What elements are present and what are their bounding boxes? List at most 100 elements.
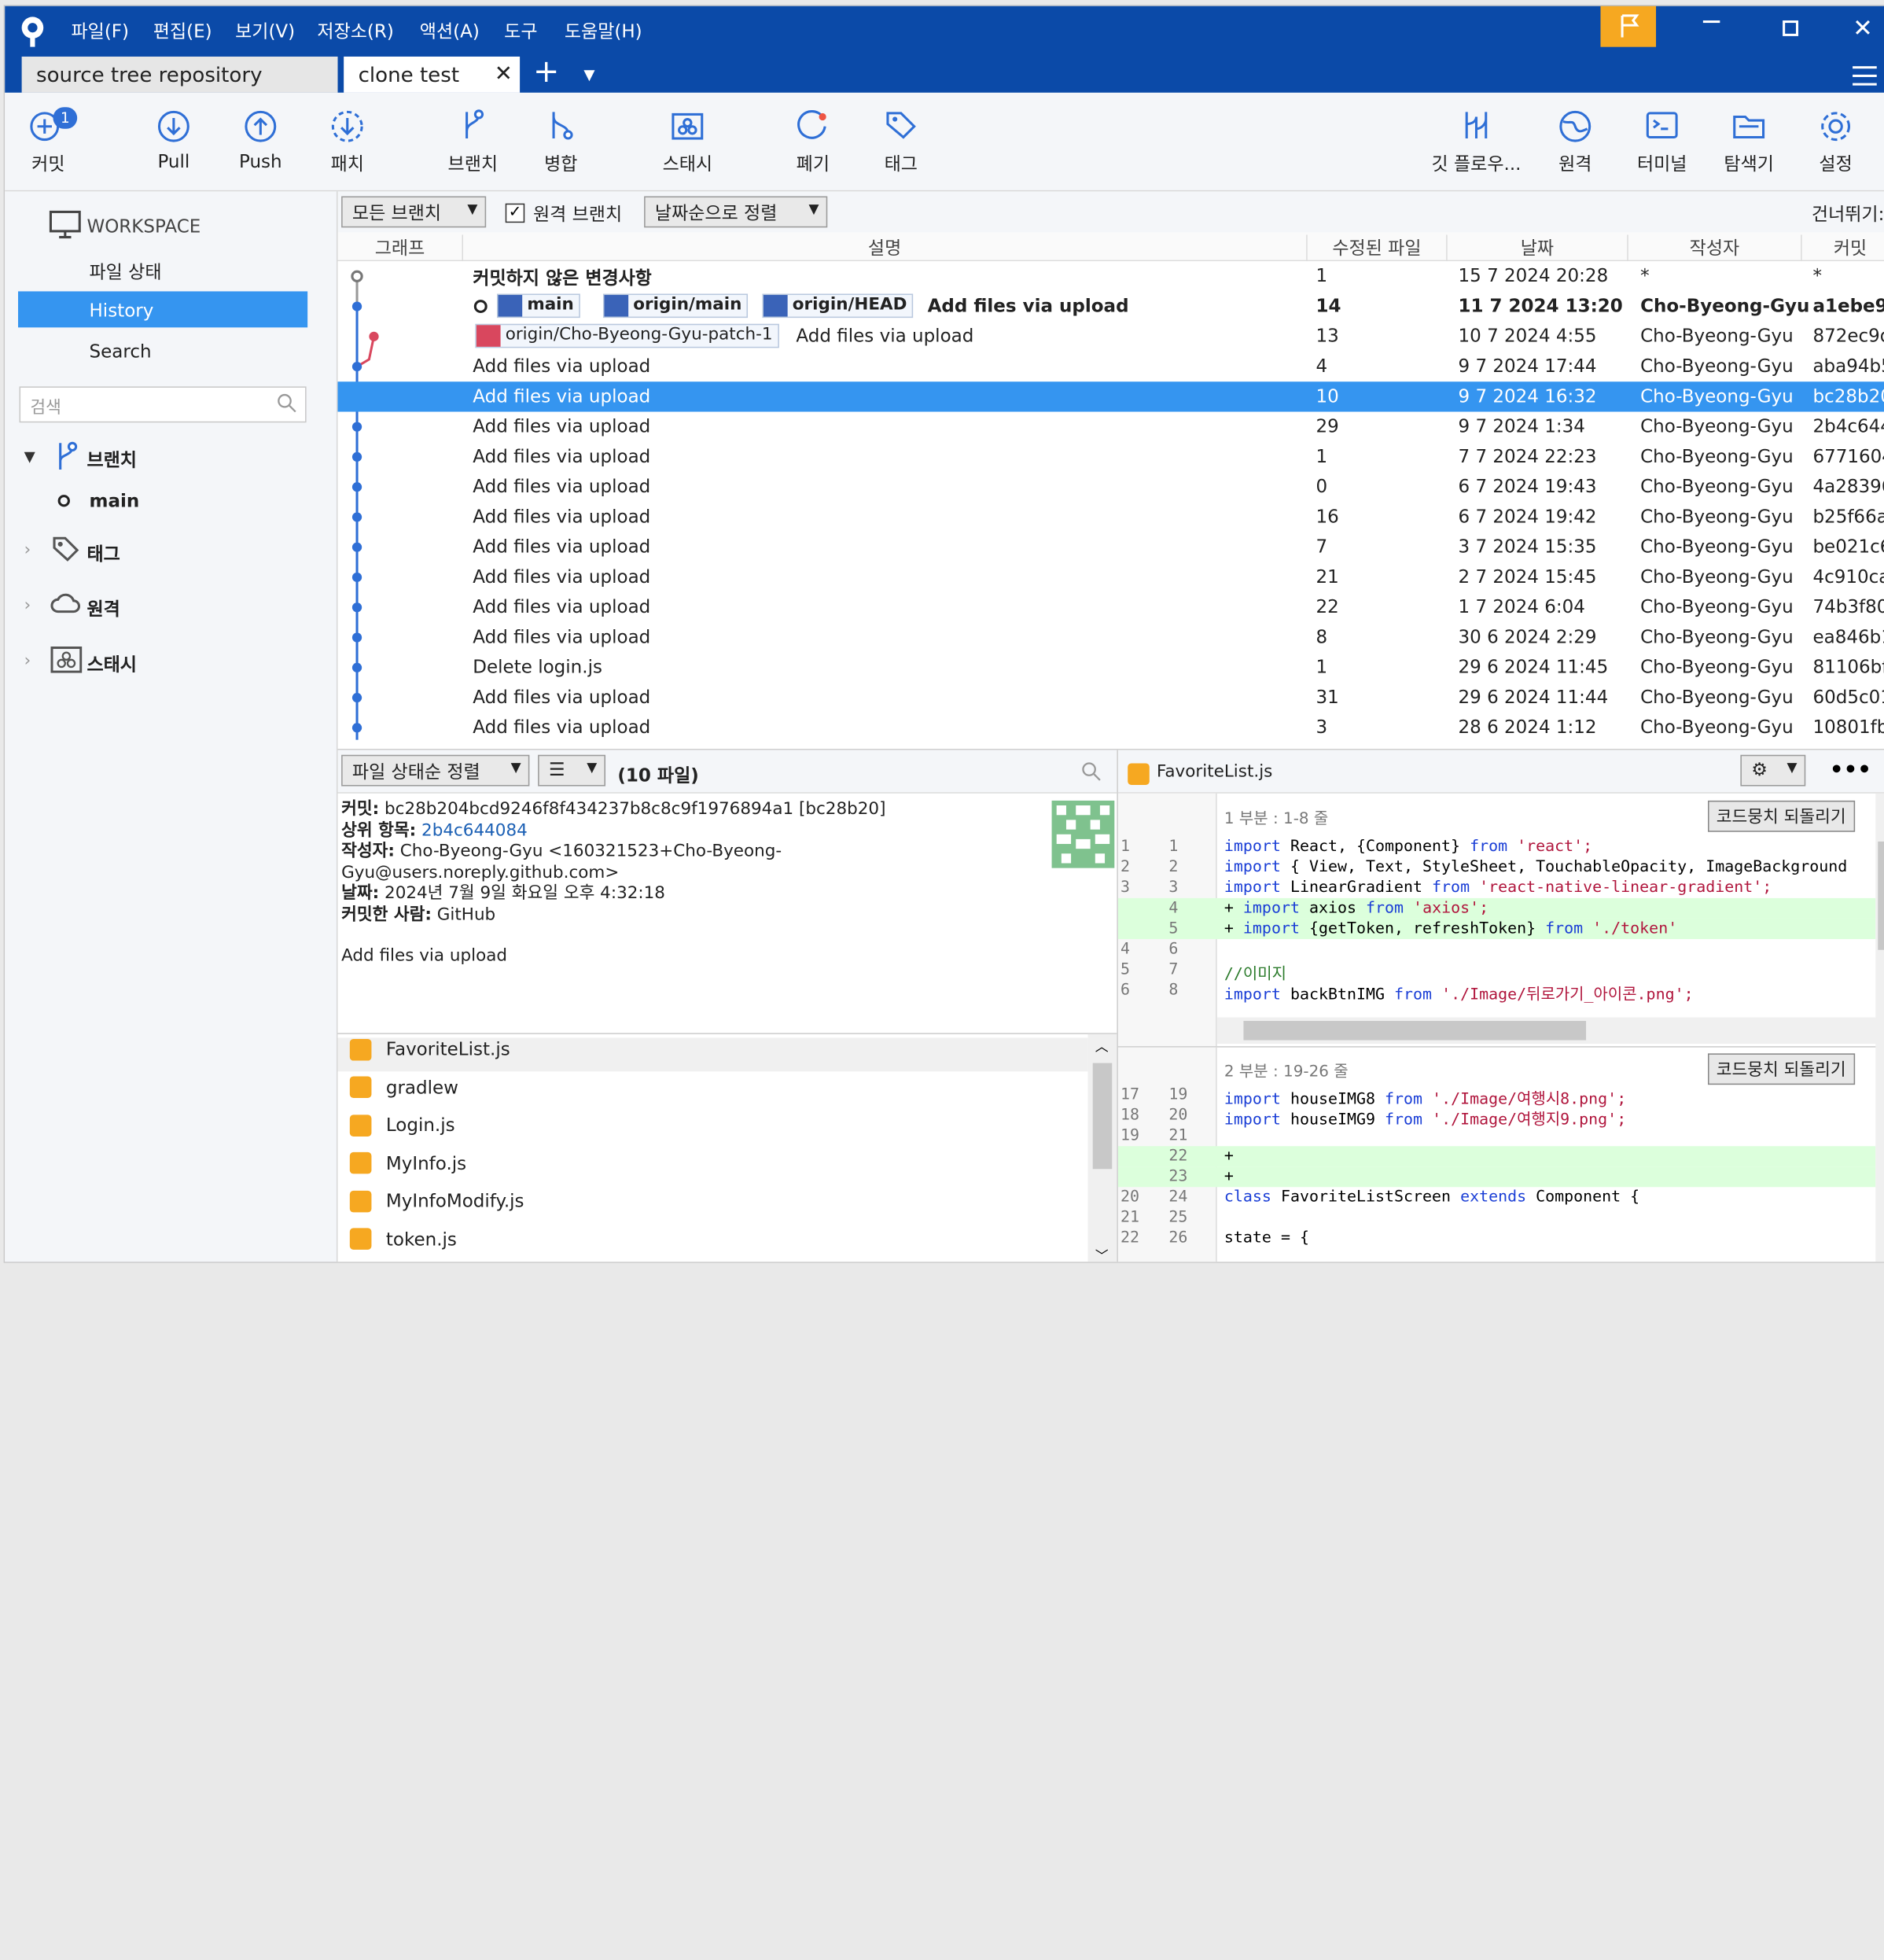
close-window-icon[interactable]: ✕: [1853, 13, 1873, 42]
column-files[interactable]: 수정된 파일: [1308, 234, 1448, 262]
sidebar-item-branches[interactable]: 브랜치: [86, 447, 137, 472]
scrollbar-thumb[interactable]: [1243, 1021, 1587, 1041]
branch-button[interactable]: 브랜치: [425, 105, 521, 175]
scrollbar-thumb[interactable]: [1092, 1063, 1113, 1170]
branch-badge-origin-head[interactable]: origin/HEAD: [762, 293, 914, 319]
file-list-item[interactable]: Login.js: [349, 1114, 455, 1148]
sidebar-item-history[interactable]: History: [18, 291, 308, 328]
remote-button[interactable]: 원격: [1527, 105, 1624, 175]
chevron-right-icon[interactable]: ›: [24, 651, 31, 670]
git-flow-button[interactable]: 깃 플로우...: [1419, 105, 1534, 175]
code-text: + import {getToken, refreshToken} from '…: [1224, 919, 1687, 938]
file-list-item[interactable]: FavoriteList.js: [337, 1037, 1088, 1072]
table-row[interactable]: Add files via upload 4 9 7 2024 17:44 Cho-B…: [337, 352, 1884, 381]
scroll-down-icon[interactable]: ﹀: [1095, 1246, 1109, 1262]
menu-help[interactable]: 도움말(H): [565, 18, 642, 43]
menu-view[interactable]: 보기(V): [235, 18, 295, 43]
tag-button[interactable]: 태그: [852, 105, 949, 175]
column-graph[interactable]: 그래프: [337, 234, 464, 262]
file-list-item[interactable]: MyInfoModify.js: [349, 1189, 524, 1223]
scroll-up-icon[interactable]: ︿: [1095, 1037, 1109, 1056]
file-list-item[interactable]: MyInfo.js: [349, 1151, 466, 1185]
scrollbar-thumb[interactable]: [1878, 841, 1884, 950]
tab-clone-test[interactable]: clone test ✕: [344, 56, 521, 93]
sidebar-item-tags[interactable]: 태그: [86, 540, 120, 566]
sidebar-item-file-status[interactable]: 파일 상태: [90, 259, 162, 284]
diff-options-dropdown[interactable]: ⚙ ▼: [1740, 754, 1806, 787]
pull-icon: [157, 110, 190, 142]
vertical-scrollbar[interactable]: [1875, 793, 1884, 1262]
table-row[interactable]: Add files via upload 7 3 7 2024 15:35 Cho-B…: [337, 532, 1884, 562]
table-row[interactable]: Add files via upload 1 7 7 2024 22:23 Cho-B…: [337, 442, 1884, 472]
chevron-right-icon[interactable]: ›: [24, 596, 31, 615]
add-tab-icon[interactable]: +: [533, 57, 559, 88]
stash-button[interactable]: 스태시: [639, 105, 736, 175]
chevron-right-icon[interactable]: ›: [24, 540, 31, 559]
sidebar-item-search[interactable]: Search: [90, 341, 152, 363]
table-row[interactable]: Add files via upload 31 29 6 2024 11:44 Cho…: [337, 683, 1884, 713]
view-mode-dropdown[interactable]: ☰ ▼: [538, 754, 606, 787]
terminal-button[interactable]: 터미널: [1614, 105, 1710, 175]
pull-button[interactable]: Pull: [126, 105, 223, 172]
column-description[interactable]: 설명: [463, 234, 1308, 262]
table-row[interactable]: origin/Cho-Byeong-Gyu-patch-1 Add files …: [337, 322, 1884, 352]
revert-hunk-2-button[interactable]: 코드뭉치 되돌리기: [1708, 1053, 1855, 1085]
branch-badge-main[interactable]: main: [496, 293, 580, 319]
column-commit[interactable]: 커밋: [1802, 234, 1884, 261]
table-row[interactable]: Add files via upload 3 28 6 2024 1:12 Cho-B…: [337, 713, 1884, 742]
table-row[interactable]: Add files via upload 0 6 7 2024 19:43 Cho-B…: [337, 472, 1884, 502]
sidebar-search-input[interactable]: 검색: [19, 386, 307, 423]
explorer-button[interactable]: 탐색기: [1701, 105, 1798, 175]
title-bar: 파일(F) 편집(E) 보기(V) 저장소(R) 액션(A) 도구 도움말(H)…: [5, 6, 1884, 93]
menu-repository[interactable]: 저장소(R): [317, 18, 393, 43]
table-row[interactable]: Add files via upload 16 6 7 2024 19:42 Cho-…: [337, 502, 1884, 532]
menu-edit[interactable]: 편집(E): [153, 18, 212, 43]
chevron-down-icon[interactable]: ▼: [24, 448, 35, 464]
search-icon[interactable]: [1080, 761, 1102, 787]
fetch-button[interactable]: 패치: [299, 105, 396, 175]
close-tab-icon[interactable]: ✕: [495, 61, 513, 87]
code-text: state = {: [1224, 1229, 1319, 1247]
more-options-icon[interactable]: •••: [1830, 757, 1871, 783]
file-sort-dropdown[interactable]: 파일 상태순 정렬 ▼: [341, 754, 530, 787]
file-list-scrollbar[interactable]: ︿ ﹀: [1087, 1033, 1117, 1262]
menu-tools[interactable]: 도구: [504, 18, 537, 43]
push-button[interactable]: Push: [212, 105, 309, 172]
discard-button[interactable]: 폐기: [764, 105, 861, 175]
table-row[interactable]: Delete login.js 1 29 6 2024 11:45 Cho-Byeon…: [337, 653, 1884, 683]
minimize-icon[interactable]: [1702, 20, 1720, 24]
merge-button[interactable]: 병합: [513, 105, 609, 175]
commit-button[interactable]: 커밋 1: [5, 105, 97, 175]
branch-badge-origin-main[interactable]: origin/main: [602, 293, 749, 319]
branch-badge-origin-patch[interactable]: origin/Cho-Byeong-Gyu-patch-1: [475, 323, 779, 348]
table-row[interactable]: Add files via upload 21 2 7 2024 15:45 Cho-…: [337, 562, 1884, 592]
branch-filter-dropdown[interactable]: 모든 브랜치 ▼: [341, 196, 487, 228]
table-row[interactable]: Add files via upload 8 30 6 2024 2:29 Cho-B…: [337, 622, 1884, 652]
remote-branches-checkbox[interactable]: ✓: [505, 203, 525, 223]
settings-button[interactable]: 설정: [1787, 105, 1884, 175]
sort-dropdown[interactable]: 날짜순으로 정렬 ▼: [644, 196, 828, 228]
maximize-icon[interactable]: [1783, 20, 1799, 36]
table-row[interactable]: Add files via upload 10 9 7 2024 16:32 Cho-…: [337, 381, 1884, 412]
column-author[interactable]: 작성자: [1628, 234, 1802, 262]
sidebar-item-stashes[interactable]: 스태시: [86, 651, 137, 676]
table-row[interactable]: Add files via upload 22 1 7 2024 6:04 Cho-B…: [337, 592, 1884, 622]
table-row[interactable]: Add files via upload 29 9 7 2024 1:34 Cho-B…: [337, 411, 1884, 441]
menu-file[interactable]: 파일(F): [72, 18, 130, 43]
revert-hunk-1-button[interactable]: 코드뭉치 되돌리기: [1708, 800, 1855, 832]
chevron-down-icon[interactable]: ▼: [583, 66, 594, 83]
new-line-number: 6: [1168, 940, 1179, 959]
uncommitted-row[interactable]: 커밋하지 않은 변경사항 1 15 7 2024 20:28 * *: [337, 261, 1884, 291]
sidebar-item-remotes[interactable]: 원격: [86, 596, 120, 621]
file-list-item[interactable]: token.js: [349, 1228, 457, 1262]
horizontal-scrollbar[interactable]: [1216, 1017, 1884, 1044]
hamburger-menu-icon[interactable]: [1853, 66, 1877, 86]
sidebar-item-main[interactable]: main: [90, 490, 140, 512]
column-date[interactable]: 날짜: [1448, 234, 1628, 262]
parent-link[interactable]: 2b4c644084: [421, 820, 528, 839]
file-list-item[interactable]: gradlew: [349, 1076, 458, 1110]
tab-source-tree-repository[interactable]: source tree repository: [21, 56, 338, 93]
table-row[interactable]: main origin/main origin/HEAD Add files v…: [337, 291, 1884, 321]
menu-actions[interactable]: 액션(A): [420, 18, 480, 43]
flag-button[interactable]: [1600, 6, 1657, 47]
